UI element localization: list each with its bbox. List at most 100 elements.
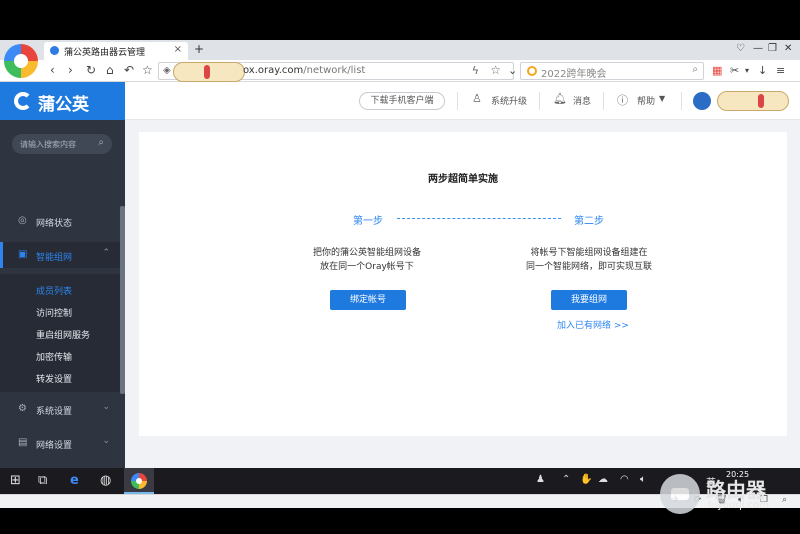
search-icon[interactable]: ⌕ xyxy=(692,64,698,75)
divider xyxy=(457,92,458,110)
sidebar-item-system-settings[interactable]: ⚙ 系统设置 ⌄ xyxy=(0,396,120,422)
smart-network-icon: ▣ xyxy=(18,249,28,260)
sidebar-item-smart-network[interactable]: ▣ 智能组网 ⌃ xyxy=(0,242,120,268)
watermark-url: luyouqi.com xyxy=(708,500,770,511)
chevron-up-icon: ⌃ xyxy=(102,248,110,258)
submenu-item-label: 转发设置 xyxy=(36,375,73,385)
reload-button[interactable]: ↻ xyxy=(86,63,96,77)
navigation-bar: ‹ › ↻ ⌂ ↶ ☆ ◈ ox.oray.com/network/list ϟ… xyxy=(0,60,800,82)
back-button[interactable]: ‹ xyxy=(50,63,55,77)
sidebar-item-label: 系统设置 xyxy=(36,407,73,417)
step-one-line: 放在同一个Oray帐号下 xyxy=(320,262,414,272)
search-placeholder: 2022跨年晚会 xyxy=(541,69,607,80)
router-logo-icon xyxy=(660,474,700,514)
forward-button[interactable]: › xyxy=(68,63,73,77)
create-network-button[interactable]: 我要组网 xyxy=(551,290,627,310)
sidebar-search-placeholder: 请输入搜索内容 xyxy=(20,140,76,149)
home-button[interactable]: ⌂ xyxy=(106,63,114,77)
favorite-star-icon[interactable]: ☆ xyxy=(490,63,501,77)
setup-card: 两步超简单实施 第一步 第二步 把你的蒲公英智能组网设备 放在同一个Oray帐号… xyxy=(139,132,787,436)
submenu-item-label: 访问控制 xyxy=(36,309,73,319)
step-one-line: 把你的蒲公英智能组网设备 xyxy=(312,248,421,258)
favicon-icon xyxy=(50,46,59,55)
shirt-icon[interactable]: ♡ xyxy=(736,43,745,54)
chevron-up-icon[interactable]: ⌃ xyxy=(562,474,570,485)
chevron-down-icon: ⌄ xyxy=(102,436,110,446)
system-upgrade-link[interactable]: 系统升级 xyxy=(491,94,527,107)
step-two-line: 同一个智能网络，即可实现互联 xyxy=(525,262,652,272)
minimize-button[interactable]: — xyxy=(753,43,763,54)
undo-button[interactable]: ↶ xyxy=(124,63,134,77)
join-existing-network-link[interactable]: 加入已有网络 >> xyxy=(557,318,629,331)
submenu-item-member-list[interactable]: 成员列表 xyxy=(0,278,120,300)
bind-account-button[interactable]: 绑定帐号 xyxy=(330,290,406,310)
avatar[interactable] xyxy=(693,92,711,110)
divider xyxy=(539,92,540,110)
submenu-item-access-control[interactable]: 访问控制 xyxy=(0,300,120,322)
edge-browser-icon[interactable]: e xyxy=(70,473,79,488)
submenu-item-restart-service[interactable]: 重启组网服务 xyxy=(0,322,120,344)
apps-grid-icon[interactable]: ▦ xyxy=(712,64,722,77)
redaction-scroll-image xyxy=(717,91,789,111)
search-icon[interactable]: ⌕ xyxy=(98,137,104,148)
step-two-line: 将帐号下智能组网设备组建在 xyxy=(530,248,648,258)
lightning-icon[interactable]: ϟ xyxy=(472,64,479,77)
step-two-label: 第二步 xyxy=(574,216,604,227)
submenu-item-label: 重启组网服务 xyxy=(36,331,91,341)
brand-header[interactable]: 蒲公英 xyxy=(0,82,125,120)
close-window-button[interactable]: ✕ xyxy=(784,43,792,54)
search-engine-icon xyxy=(527,66,537,76)
watermark-text: 路由器 xyxy=(706,478,766,502)
tray-cloud-icon[interactable]: ☁ xyxy=(598,474,608,485)
divider xyxy=(603,92,604,110)
maximize-button[interactable]: ❐ xyxy=(768,43,777,54)
task-view-icon[interactable]: ⧉ xyxy=(38,473,47,488)
help-icon: ⓘ xyxy=(617,94,628,107)
submenu-item-forwarding[interactable]: 转发设置 xyxy=(0,366,120,388)
tray-app-icon[interactable]: ✋ xyxy=(580,474,592,485)
search-input[interactable]: 2022跨年晚会 ⌕ xyxy=(520,62,704,80)
step-one-label: 第一步 xyxy=(353,216,383,227)
sidebar-item-label: 智能组网 xyxy=(36,253,73,263)
submenu-item-label: 成员列表 xyxy=(36,287,73,297)
dandelion-logo-icon xyxy=(14,92,32,110)
brand-name: 蒲公英 xyxy=(38,95,89,115)
page-title: 两步超简单实施 xyxy=(428,174,498,185)
step-connector xyxy=(397,218,561,219)
app-icon[interactable]: ◍ xyxy=(100,473,111,488)
browser-tab[interactable]: 蒲公英路由器云管理 × xyxy=(44,42,188,60)
main-content: 两步超简单实施 第一步 第二步 把你的蒲公英智能组网设备 放在同一个Oray帐号… xyxy=(125,120,800,482)
submenu-item-label: 加密传输 xyxy=(36,353,73,363)
step-two-description: 将帐号下智能组网设备组建在 同一个智能网络，即可实现互联 xyxy=(499,246,679,274)
chevron-down-icon[interactable]: ⌄ xyxy=(508,64,517,77)
top-header: 下载手机客户端 ♙ 系统升级 🔔︎ 消息 ⓘ 帮助 ▼ xyxy=(125,82,800,120)
sidebar-search-input[interactable]: 请输入搜索内容 ⌕ xyxy=(12,134,112,154)
download-client-button[interactable]: 下载手机客户端 xyxy=(359,92,445,110)
messages-link[interactable]: 消息 xyxy=(573,94,591,107)
browser-taskbar-icon[interactable] xyxy=(131,473,147,489)
download-icon[interactable]: ↓ xyxy=(758,64,767,77)
wifi-icon[interactable]: ◠ xyxy=(620,474,629,485)
windows-start-icon[interactable]: ⊞ xyxy=(10,473,21,488)
help-menu[interactable]: 帮助 xyxy=(637,94,655,107)
upgrade-icon: ♙ xyxy=(472,92,482,105)
shield-icon: ◈ xyxy=(163,65,171,76)
address-bar[interactable]: ◈ ox.oray.com/network/list ϟ ☆ xyxy=(158,62,514,82)
network-settings-icon: ▤ xyxy=(18,437,28,448)
submenu-item-encrypted-transfer[interactable]: 加密传输 xyxy=(0,344,120,366)
bell-icon: 🔔︎ xyxy=(553,92,567,105)
redaction-scroll-image xyxy=(173,62,245,82)
scissors-dropdown-icon[interactable]: ▾ xyxy=(745,66,749,75)
app-area: 蒲公英 请输入搜索内容 ⌕ ◎ 网络状态 ▣ 智能组网 ⌃ 成员列表 访问控制 xyxy=(0,82,800,494)
new-tab-button[interactable]: + xyxy=(194,42,204,56)
person-icon[interactable]: ♟ xyxy=(536,474,545,485)
volume-icon[interactable]: 🔈︎ xyxy=(640,474,646,485)
tab-close-icon[interactable]: × xyxy=(174,44,182,55)
sidebar-item-network-status[interactable]: ◎ 网络状态 xyxy=(0,208,120,234)
bookmark-star-icon[interactable]: ☆ xyxy=(142,63,153,77)
menu-icon[interactable]: ≡ xyxy=(776,64,785,77)
scissors-icon[interactable]: ✂ xyxy=(730,64,739,77)
url-text: ox.oray.com/network/list xyxy=(243,65,366,76)
caret-down-icon[interactable]: ▼ xyxy=(659,94,665,103)
sidebar-item-network-settings[interactable]: ▤ 网络设置 ⌄ xyxy=(0,430,120,456)
